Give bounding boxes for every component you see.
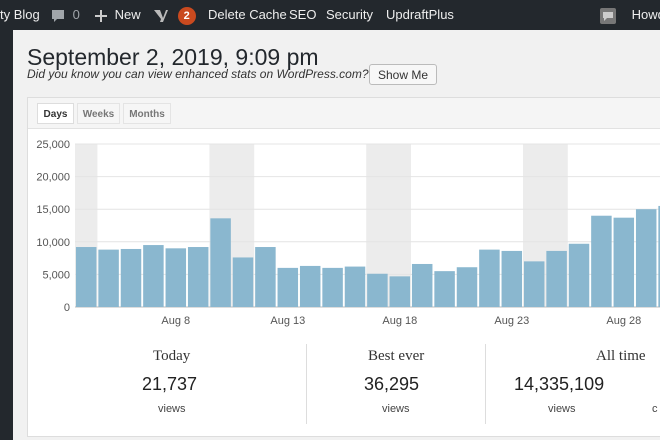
all-time-value: 14,335,109 [514,374,605,394]
bar [255,247,276,307]
x-tick-label: Aug 13 [270,315,305,327]
today-value: 21,737 [142,374,198,394]
bar [277,267,299,307]
bar [367,273,388,307]
bar [523,261,545,307]
today-label: Today [153,348,191,364]
x-tick-label: Aug 28 [606,315,641,327]
bar [232,257,254,307]
bar [98,249,119,307]
stats-divider [306,344,307,424]
stats-divider [485,344,486,424]
bar [120,248,142,307]
bar [165,248,187,307]
bar [322,267,343,307]
bar [210,218,231,307]
best-ever-value: 36,295 [364,374,420,394]
bar [568,243,590,307]
y-tick-label: 0 [64,302,70,314]
y-tick-label: 5,000 [42,269,70,281]
y-tick-label: 25,000 [36,139,70,151]
all-time-views-label: views [548,403,576,415]
bar [501,250,523,307]
bar [411,263,433,307]
best-ever-views-label: views [382,403,410,415]
x-tick-label: Aug 23 [494,315,529,327]
bar [75,247,97,307]
all-time-extra-label: c [652,403,658,415]
bar [344,266,366,307]
bar [546,250,567,307]
today-views-label: views [158,403,186,415]
y-tick-label: 15,000 [36,204,70,216]
bar [187,247,209,307]
bar [389,276,411,307]
bar [143,245,164,307]
y-tick-label: 20,000 [36,172,70,184]
bar [635,209,657,307]
best-ever-label: Best ever [368,348,425,364]
bar [456,267,478,307]
all-time-label: All time [596,348,646,364]
bar [434,271,455,307]
y-tick-label: 10,000 [36,237,70,249]
x-tick-label: Aug 18 [382,315,417,327]
x-tick-label: Aug 8 [161,315,190,327]
bar [591,215,612,307]
bar [479,249,500,307]
bar [613,217,635,307]
bar [299,265,321,307]
